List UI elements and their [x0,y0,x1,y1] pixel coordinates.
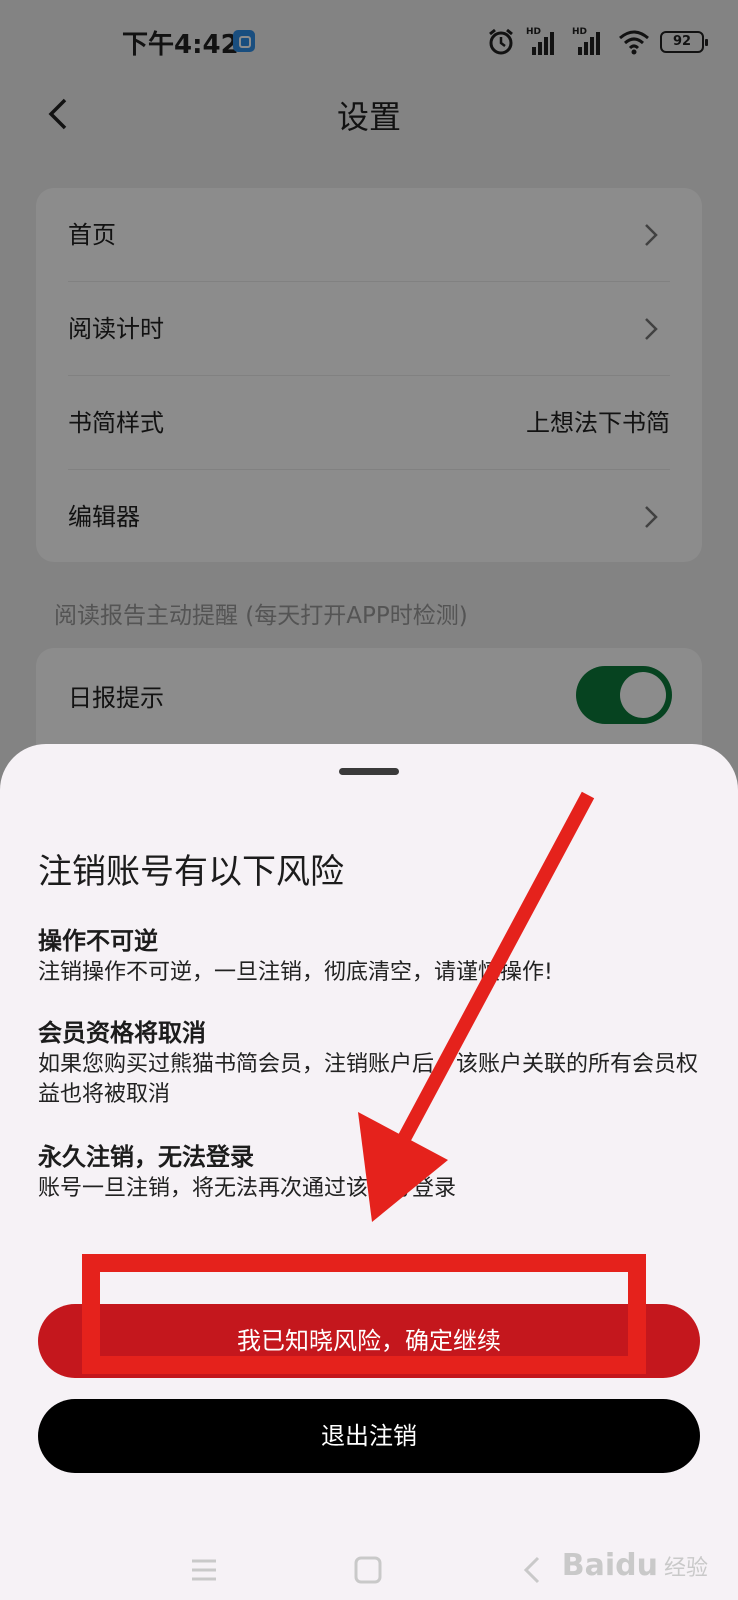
risk-item: 永久注销，无法登录 账号一旦注销，将无法再次通过该账号登录 [38,1140,700,1204]
back-icon[interactable] [514,1552,550,1588]
confirm-continue-button[interactable]: 我已知晓风险，确定继续 [38,1304,700,1378]
quit-cancellation-button[interactable]: 退出注销 [38,1399,700,1473]
home-icon[interactable] [350,1552,386,1588]
risk-desc: 注销操作不可逆，一旦注销，彻底清空，请谨慎操作! [38,960,553,985]
risk-desc: 如果您购买过熊猫书简会员，注销账户后，该账户关联的所有会员权益也将被取消 [38,1052,699,1107]
risk-title: 操作不可逆 [38,927,158,955]
menu-icon[interactable] [186,1552,222,1588]
risk-desc: 账号一旦注销，将无法再次通过该账号登录 [38,1176,457,1201]
risk-title: 永久注销，无法登录 [38,1143,254,1171]
watermark: Baidu 经验 [562,1548,708,1583]
bottom-sheet: 注销账号有以下风险 操作不可逆 注销操作不可逆，一旦注销，彻底清空，请谨慎操作!… [0,744,738,1600]
watermark-logo: Baidu [561,1548,658,1583]
drag-handle[interactable] [339,768,399,775]
watermark-text: 经验 [663,1555,708,1581]
risk-title: 会员资格将取消 [38,1019,206,1047]
risk-item: 会员资格将取消 如果您购买过熊猫书简会员，注销账户后，该账户关联的所有会员权益也… [38,1016,700,1110]
risk-item: 操作不可逆 注销操作不可逆，一旦注销，彻底清空，请谨慎操作! [38,924,700,988]
sheet-title: 注销账号有以下风险 [38,852,344,892]
